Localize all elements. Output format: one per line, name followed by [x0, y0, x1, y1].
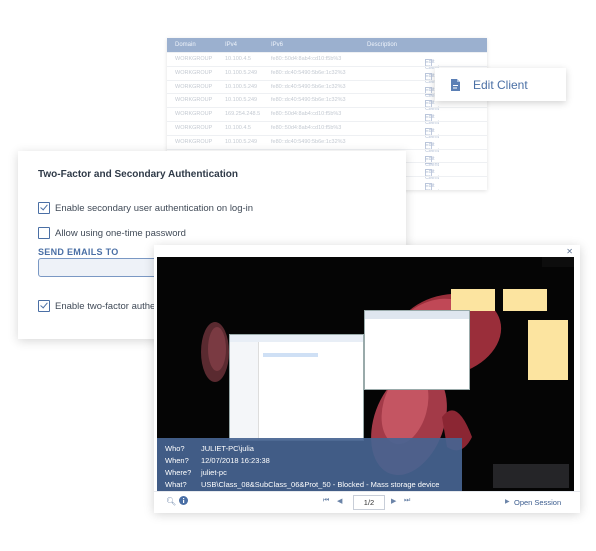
cell-domain: WORKGROUP	[175, 111, 213, 118]
browser-window	[364, 310, 470, 390]
open-session-button[interactable]: Open Session	[514, 498, 561, 507]
cell-domain: WORKGROUP	[175, 97, 213, 104]
table-row: WORKGROUP 10.100.5.249 fe80::dc40:5490:5b6…	[167, 134, 487, 154]
header-ipv6: IPv6	[271, 42, 284, 48]
zoom-icon[interactable]: 🔍︎	[166, 497, 176, 506]
info-icon[interactable]	[179, 496, 188, 507]
next-page-icon[interactable]: ▶︎	[391, 497, 396, 505]
otp-option[interactable]: Allow using one-time password	[38, 227, 186, 239]
last-page-icon[interactable]: ⏭︎	[404, 497, 410, 505]
session-viewer: ✕ Who? JULIET-PC\julia When? 12/07/2018 …	[154, 245, 580, 513]
cell-ipv4: 10.100.5.249	[225, 97, 258, 104]
cell-ipv4: 10.100.4.5	[225, 125, 251, 131]
info-where: Where? juliet-pc	[165, 468, 227, 477]
secondary-auth-label: Enable secondary user authentication on …	[55, 202, 254, 214]
secondary-auth-checkbox[interactable]	[38, 202, 50, 214]
notification-toast	[493, 464, 569, 488]
close-icon[interactable]: ✕	[566, 247, 573, 256]
otp-label: Allow using one-time password	[55, 227, 186, 239]
cell-ipv4: 10.100.5.249	[225, 69, 258, 76]
header-domain: Domain	[175, 42, 196, 48]
edit-client-link-label: Edit Client	[425, 183, 439, 190]
sticky-note	[503, 289, 547, 311]
cell-ipv6: fe80::dc40:5490:5b6e:1c32%3	[271, 69, 346, 76]
cell-ipv6: fe80::50d4:8ab4:cd10:f5b%3	[271, 111, 342, 118]
first-page-icon[interactable]: ⏮︎	[323, 497, 329, 505]
cell-ipv6: fe80::dc40:5490:5b6e:1c32%3	[271, 83, 346, 90]
table-row: WORKGROUP 169.254.248.5 fe80::50d4:8ab4:cd…	[167, 107, 487, 126]
cell-ipv4: 10.100.5.249	[225, 83, 258, 90]
cell-ipv4: 10.100.5.249	[225, 138, 258, 145]
file-explorer-window	[229, 334, 364, 441]
edit-client-popup[interactable]: Edit Client	[435, 68, 566, 101]
cell-domain: WORKGROUP	[175, 56, 213, 62]
cell-ipv4: 169.254.248.5	[225, 111, 261, 118]
cell-ipv6: fe80::50d4:8ab4:cd10:f5b%3	[271, 125, 342, 131]
two-factor-checkbox[interactable]	[38, 300, 50, 312]
client-table-header: Domain IPv4 IPv6 Description	[167, 38, 487, 52]
cell-ipv4: 10.100.4.5	[225, 56, 251, 62]
prev-page-icon[interactable]: ◀︎	[337, 497, 342, 505]
header-description: Description	[367, 42, 398, 48]
sticky-note	[528, 320, 568, 380]
cell-domain: WORKGROUP	[175, 138, 213, 145]
cell-ipv6: fe80::dc40:5490:5b6e:1c32%3	[271, 138, 346, 145]
sticky-note	[451, 289, 495, 311]
page-indicator[interactable]: 1/2	[353, 495, 385, 510]
info-when: When? 12/07/2018 16:23:38	[165, 456, 270, 465]
edit-client-label: Edit Client	[473, 77, 528, 92]
secondary-auth-option[interactable]: Enable secondary user authentication on …	[38, 202, 253, 214]
cell-domain: WORKGROUP	[175, 83, 213, 90]
session-toolbar: 🔍︎ ⏮︎ ◀︎ 1/2 ▶︎ ⏭︎ ▶︎ Open Session	[154, 491, 580, 513]
info-what: What? USB\Class_08&SubClass_06&Prot_50 - …	[165, 480, 440, 489]
cell-domain: WORKGROUP	[175, 125, 213, 131]
session-screenshot: Who? JULIET-PC\julia When? 12/07/2018 16:2…	[157, 257, 574, 491]
cell-ipv6: fe80::50d4:8ab4:cd10:f5b%3	[271, 56, 342, 62]
table-row: WORKGROUP 10.100.4.5 fe80::50d4:8ab4:cd10:…	[167, 52, 487, 71]
info-who: Who? JULIET-PC\julia	[165, 444, 254, 453]
send-emails-label: SEND EMAILS TO	[38, 247, 119, 257]
play-icon[interactable]: ▶︎	[505, 498, 510, 505]
table-row: WORKGROUP 10.100.4.5 fe80::50d4:8ab4:cd10:…	[167, 121, 487, 140]
edit-document-icon	[450, 78, 461, 91]
cell-ipv6: fe80::dc40:5490:5b6e:1c32%3	[271, 97, 346, 104]
header-ipv4: IPv4	[225, 42, 238, 48]
session-info-overlay: Who? JULIET-PC\julia When? 12/07/2018 16:2…	[157, 438, 462, 491]
otp-checkbox[interactable]	[38, 227, 50, 239]
cell-domain: WORKGROUP	[175, 69, 213, 76]
panel-title: Two-Factor and Secondary Authentication	[38, 169, 239, 180]
